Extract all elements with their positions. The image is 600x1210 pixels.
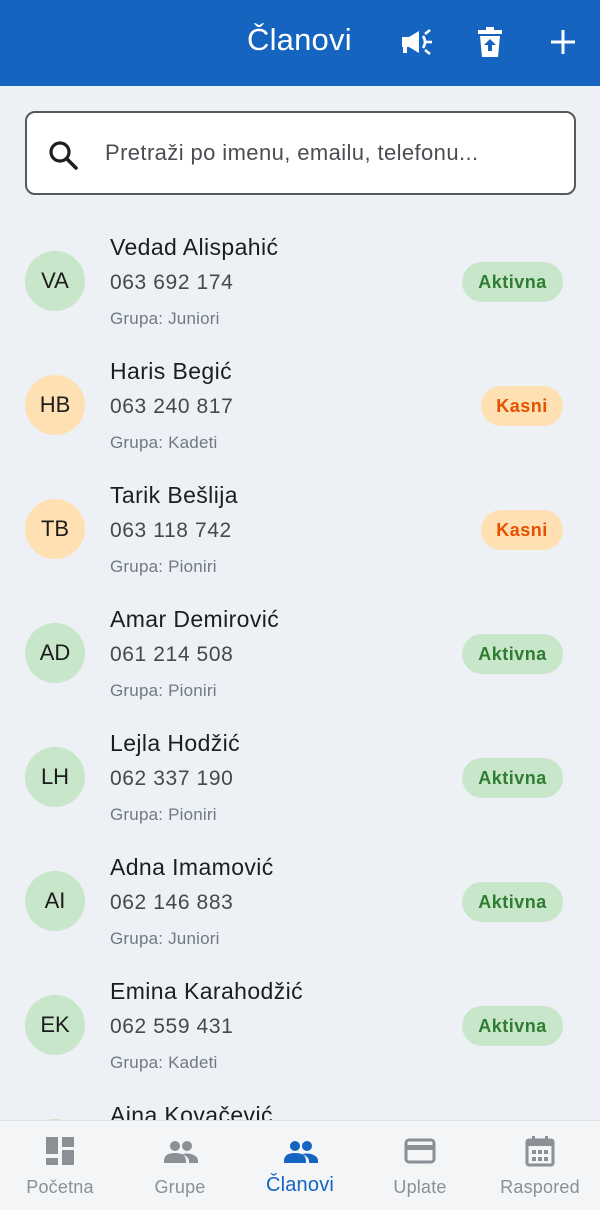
member-group: Grupa: Juniori bbox=[110, 929, 220, 948]
avatar: HB bbox=[25, 375, 85, 435]
member-row[interactable]: Ajna Kovačević bbox=[0, 1088, 600, 1120]
member-group: Grupa: Kadeti bbox=[110, 433, 218, 452]
member-name: Haris Begić bbox=[110, 358, 232, 384]
search-input[interactable] bbox=[105, 131, 555, 175]
member-group: Grupa: Pioniri bbox=[110, 805, 217, 824]
nav-label: Članovi bbox=[265, 1174, 335, 1196]
nav-item-raspored[interactable]: Raspored bbox=[480, 1121, 600, 1210]
app-bar: Članovi bbox=[0, 0, 600, 86]
member-row[interactable]: TB Tarik Bešlija 063 118 742 Grupa: Pion… bbox=[0, 468, 600, 592]
member-row[interactable]: LH Lejla Hodžić 062 337 190 Grupa: Pioni… bbox=[0, 716, 600, 840]
member-phone: 062 559 431 bbox=[110, 1015, 234, 1038]
search-field[interactable] bbox=[25, 111, 576, 195]
status-badge: Aktivna bbox=[462, 882, 563, 922]
search-icon bbox=[47, 139, 79, 171]
member-phone: 063 118 742 bbox=[110, 519, 232, 542]
nav-item-grupe[interactable]: Grupe bbox=[120, 1121, 240, 1210]
status-badge: Aktivna bbox=[462, 758, 563, 798]
nav-item-uplate[interactable]: Uplate bbox=[360, 1121, 480, 1210]
avatar: VA bbox=[25, 251, 85, 311]
dashboard-icon bbox=[44, 1135, 76, 1167]
members-list[interactable]: VA Vedad Alispahić 063 692 174 Grupa: Ju… bbox=[0, 220, 600, 1120]
page-title: Članovi bbox=[247, 22, 352, 57]
nav-item-clanovi[interactable]: Članovi bbox=[240, 1121, 360, 1210]
member-row[interactable]: AD Amar Demirović 061 214 508 Grupa: Pio… bbox=[0, 592, 600, 716]
status-badge: Aktivna bbox=[462, 1006, 563, 1046]
delete-restore-icon bbox=[477, 26, 503, 62]
member-row[interactable]: VA Vedad Alispahić 063 692 174 Grupa: Ju… bbox=[0, 220, 600, 344]
credit-card-icon bbox=[404, 1135, 436, 1167]
bottom-navigation: Početna Grupe Članovi Uplate Raspored bbox=[0, 1120, 600, 1210]
avatar: EK bbox=[25, 995, 85, 1055]
member-phone: 063 240 817 bbox=[110, 395, 234, 418]
status-badge: Kasni bbox=[481, 386, 563, 426]
member-name: Emina Karahodžić bbox=[110, 978, 304, 1004]
members-icon bbox=[284, 1135, 318, 1167]
megaphone-icon bbox=[399, 27, 433, 62]
member-name: Ajna Kovačević bbox=[110, 1102, 273, 1120]
status-badge: Aktivna bbox=[462, 262, 563, 302]
member-row[interactable]: EK Emina Karahodžić 062 559 431 Grupa: K… bbox=[0, 964, 600, 1088]
member-name: Lejla Hodžić bbox=[110, 730, 241, 756]
nav-label: Uplate bbox=[393, 1177, 447, 1197]
avatar: LH bbox=[25, 747, 85, 807]
add-icon bbox=[550, 29, 576, 60]
member-name: Tarik Bešlija bbox=[110, 482, 238, 508]
nav-label: Raspored bbox=[500, 1177, 580, 1197]
status-badge: Aktivna bbox=[462, 634, 563, 674]
member-phone: 062 337 190 bbox=[110, 767, 234, 790]
calendar-icon bbox=[524, 1135, 556, 1167]
member-name: Adna Imamović bbox=[110, 854, 274, 880]
avatar: TB bbox=[25, 499, 85, 559]
member-phone: 063 692 174 bbox=[110, 271, 234, 294]
member-name: Vedad Alispahić bbox=[110, 234, 279, 260]
member-group: Grupa: Pioniri bbox=[110, 557, 217, 576]
status-badge: Kasni bbox=[481, 510, 563, 550]
member-name: Amar Demirović bbox=[110, 606, 280, 632]
people-icon bbox=[164, 1135, 198, 1167]
member-phone: 062 146 883 bbox=[110, 891, 234, 914]
avatar: AD bbox=[25, 623, 85, 683]
member-phone: 061 214 508 bbox=[110, 643, 234, 666]
member-group: Grupa: Juniori bbox=[110, 309, 220, 328]
avatar: AI bbox=[25, 871, 85, 931]
announce-button[interactable] bbox=[396, 24, 436, 64]
add-member-button[interactable] bbox=[543, 24, 583, 64]
nav-label: Početna bbox=[26, 1177, 94, 1197]
restore-button[interactable] bbox=[470, 24, 510, 64]
nav-label: Grupe bbox=[154, 1177, 206, 1197]
member-group: Grupa: Kadeti bbox=[110, 1053, 218, 1072]
member-group: Grupa: Pioniri bbox=[110, 681, 217, 700]
member-row[interactable]: AI Adna Imamović 062 146 883 Grupa: Juni… bbox=[0, 840, 600, 964]
member-row[interactable]: HB Haris Begić 063 240 817 Grupa: Kadeti… bbox=[0, 344, 600, 468]
nav-item-pocetna[interactable]: Početna bbox=[0, 1121, 120, 1210]
